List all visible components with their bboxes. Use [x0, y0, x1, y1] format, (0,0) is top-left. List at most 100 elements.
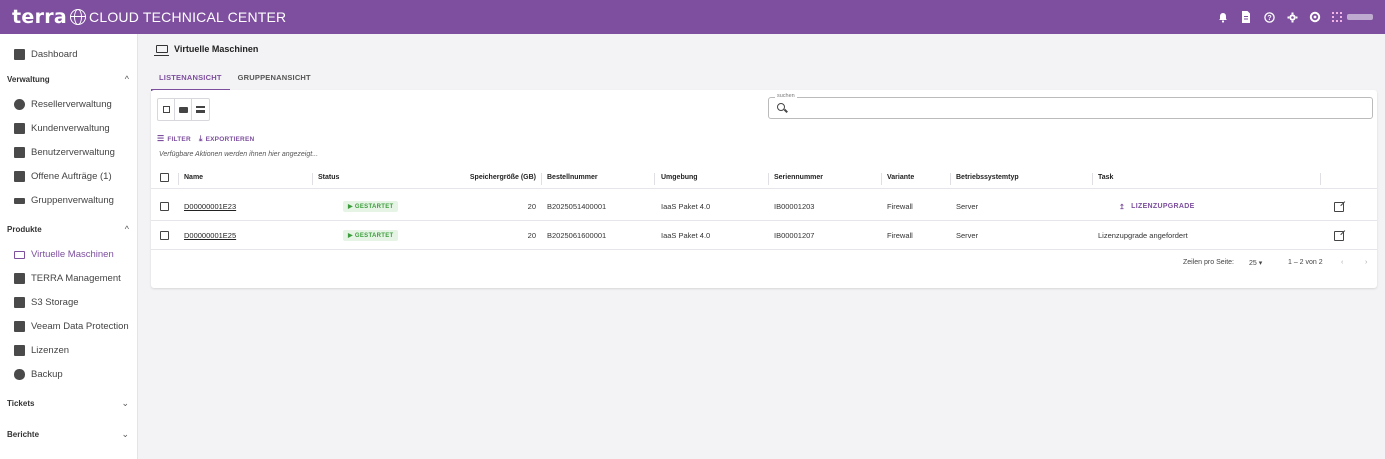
archive-icon [14, 297, 25, 308]
vm-name-link[interactable]: D00000001E25 [184, 231, 236, 240]
tab-listenansicht[interactable]: LISTENANSICHT [151, 68, 230, 91]
sidebar-item-offene-auftraege[interactable]: Offene Aufträge (1) [14, 171, 112, 182]
sidebar-item-benutzerverwaltung[interactable]: Benutzerverwaltung [14, 147, 115, 158]
column-header-task[interactable]: Task [1098, 167, 1113, 188]
sidebar-item-label: Lizenzen [31, 345, 70, 356]
serial-number: IB00001203 [774, 202, 815, 211]
column-header-status[interactable]: Status [318, 167, 339, 188]
group-icon [14, 197, 25, 204]
sidebar-item-lizenzen[interactable]: Lizenzen [14, 345, 69, 356]
sidebar-item-dashboard[interactable]: Dashboard [14, 49, 77, 60]
settings-icon[interactable] [1286, 11, 1298, 23]
variant: Firewall [887, 231, 913, 240]
license-upgrade-button[interactable]: ↥ LIZENZUPGRADE [1119, 193, 1195, 220]
sidebar-item-terra-management[interactable]: TERRA Management [14, 273, 121, 284]
vm-name-link[interactable]: D00000001E23 [184, 202, 236, 211]
view-toggle-group [157, 98, 210, 121]
variant: Firewall [887, 202, 913, 211]
column-header-order[interactable]: Bestellnummer [547, 167, 598, 188]
sidebar-item-label: Benutzerverwaltung [31, 147, 115, 158]
brand-subtitle: CLOUD TECHNICAL CENTER [89, 9, 287, 25]
document-icon[interactable] [1240, 11, 1252, 23]
rows-per-page-label: Zeilen pro Seite: [1183, 259, 1234, 266]
qr-icon [1332, 12, 1342, 22]
task-label: LIZENZUPGRADE [1131, 203, 1195, 210]
open-external-button[interactable] [1334, 222, 1344, 249]
sidebar: Dashboard Verwaltung ^ Resellerverwaltun… [0, 34, 138, 459]
dashboard-icon [14, 49, 25, 60]
column-header-os[interactable]: Betriebssystemtyp [956, 167, 1019, 188]
sidebar-section-produkte[interactable]: Produkte ^ [7, 224, 129, 234]
prev-page-button[interactable]: ‹ [1341, 259, 1343, 266]
chevron-up-icon: ^ [124, 224, 129, 234]
actions-hint: Verfügbare Aktionen werden ihnen hier an… [159, 151, 319, 158]
next-page-button[interactable]: › [1365, 259, 1367, 266]
table-header: Name Status Speichergröße (GB) Bestellnu… [151, 167, 1377, 189]
table-row[interactable]: D00000001E23 ▶ GESTARTET 20 B20250514000… [151, 193, 1377, 221]
open-external-button[interactable] [1334, 193, 1344, 220]
column-header-serial[interactable]: Seriennummer [774, 167, 823, 188]
external-link-icon [1334, 201, 1344, 212]
sidebar-item-label: Resellerverwaltung [31, 99, 112, 110]
laptop-icon [14, 250, 25, 259]
sidebar-item-veeam-data-protection[interactable]: Veeam Data Protection [14, 321, 129, 332]
section-label: Berichte [7, 430, 40, 439]
column-header-storage[interactable]: Speichergröße (GB) [421, 167, 536, 188]
sidebar-item-label: Dashboard [31, 49, 78, 60]
user-menu[interactable] [1332, 12, 1373, 22]
export-button[interactable]: ⤓ EXPORTIEREN [199, 134, 255, 144]
os-type: Server [956, 202, 979, 211]
select-all-checkbox[interactable] [160, 167, 169, 188]
monitor-view-button[interactable] [175, 99, 192, 120]
grid-view-button[interactable] [158, 99, 175, 120]
environment: IaaS Paket 4.0 [661, 202, 711, 211]
tab-gruppenansicht[interactable]: GRUPPENANSICHT [230, 68, 319, 91]
sidebar-item-label: TERRA Management [31, 273, 121, 284]
rows-per-page-value: 25 [1249, 260, 1257, 267]
sidebar-item-resellerverwaltung[interactable]: Resellerverwaltung [14, 99, 112, 110]
row-checkbox[interactable] [160, 222, 169, 249]
brand-logo[interactable]: terra CLOUD TECHNICAL CENTER [12, 6, 286, 28]
sidebar-item-gruppenverwaltung[interactable]: Gruppenverwaltung [14, 195, 114, 206]
page-range: 1 – 2 von 2 [1288, 259, 1323, 266]
sidebar-item-label: Virtuelle Maschinen [31, 249, 114, 260]
sidebar-section-tickets[interactable]: Tickets ⌄ [7, 398, 129, 409]
export-label: EXPORTIEREN [205, 136, 255, 143]
sidebar-item-label: Gruppenverwaltung [31, 195, 114, 206]
search-input[interactable] [789, 101, 1359, 115]
column-header-variant[interactable]: Variante [887, 167, 914, 188]
pagination: Zeilen pro Seite: 25 ▾ 1 – 2 von 2 ‹ › [151, 253, 1377, 275]
storage-size: 20 [527, 231, 536, 240]
filter-button[interactable]: ☰ FILTER [157, 134, 191, 144]
lock-icon [14, 321, 25, 332]
rows-per-page-select[interactable]: 25 ▾ [1249, 259, 1262, 267]
sidebar-item-label: Veeam Data Protection [31, 321, 129, 332]
column-header-name[interactable]: Name [184, 167, 203, 188]
search-icon [777, 103, 785, 111]
sidebar-item-kundenverwaltung[interactable]: Kundenverwaltung [14, 123, 110, 134]
page-title: Virtuelle Maschinen [154, 44, 258, 56]
bell-icon[interactable] [1217, 11, 1229, 23]
order-number: B2025051400001 [547, 202, 607, 211]
row-checkbox[interactable] [160, 193, 169, 220]
license-icon [14, 345, 25, 356]
sidebar-section-berichte[interactable]: Berichte ⌄ [7, 429, 129, 440]
sidebar-section-verwaltung[interactable]: Verwaltung ^ [7, 74, 129, 84]
table-row[interactable]: D00000001E25 ▶ GESTARTET 20 B20250616000… [151, 222, 1377, 250]
task-status: Lizenzupgrade angefordert [1098, 231, 1188, 240]
list-icon [196, 106, 205, 113]
sidebar-item-virtuelle-maschinen[interactable]: Virtuelle Maschinen [14, 249, 114, 260]
sidebar-item-backup[interactable]: Backup [14, 369, 63, 380]
server-icon [14, 273, 25, 284]
chevron-up-icon: ^ [124, 74, 129, 84]
filter-label: FILTER [167, 136, 191, 143]
help-icon[interactable]: ? [1263, 11, 1275, 23]
list-view-button[interactable] [192, 99, 209, 120]
brand-name: terra [12, 6, 68, 28]
chevron-down-icon: ⌄ [121, 429, 129, 439]
external-link-icon [1334, 230, 1344, 241]
gear-icon[interactable] [1309, 11, 1321, 23]
svg-text:?: ? [1267, 15, 1271, 22]
sidebar-item-s3-storage[interactable]: S3 Storage [14, 297, 79, 308]
column-header-environment[interactable]: Umgebung [661, 167, 698, 188]
